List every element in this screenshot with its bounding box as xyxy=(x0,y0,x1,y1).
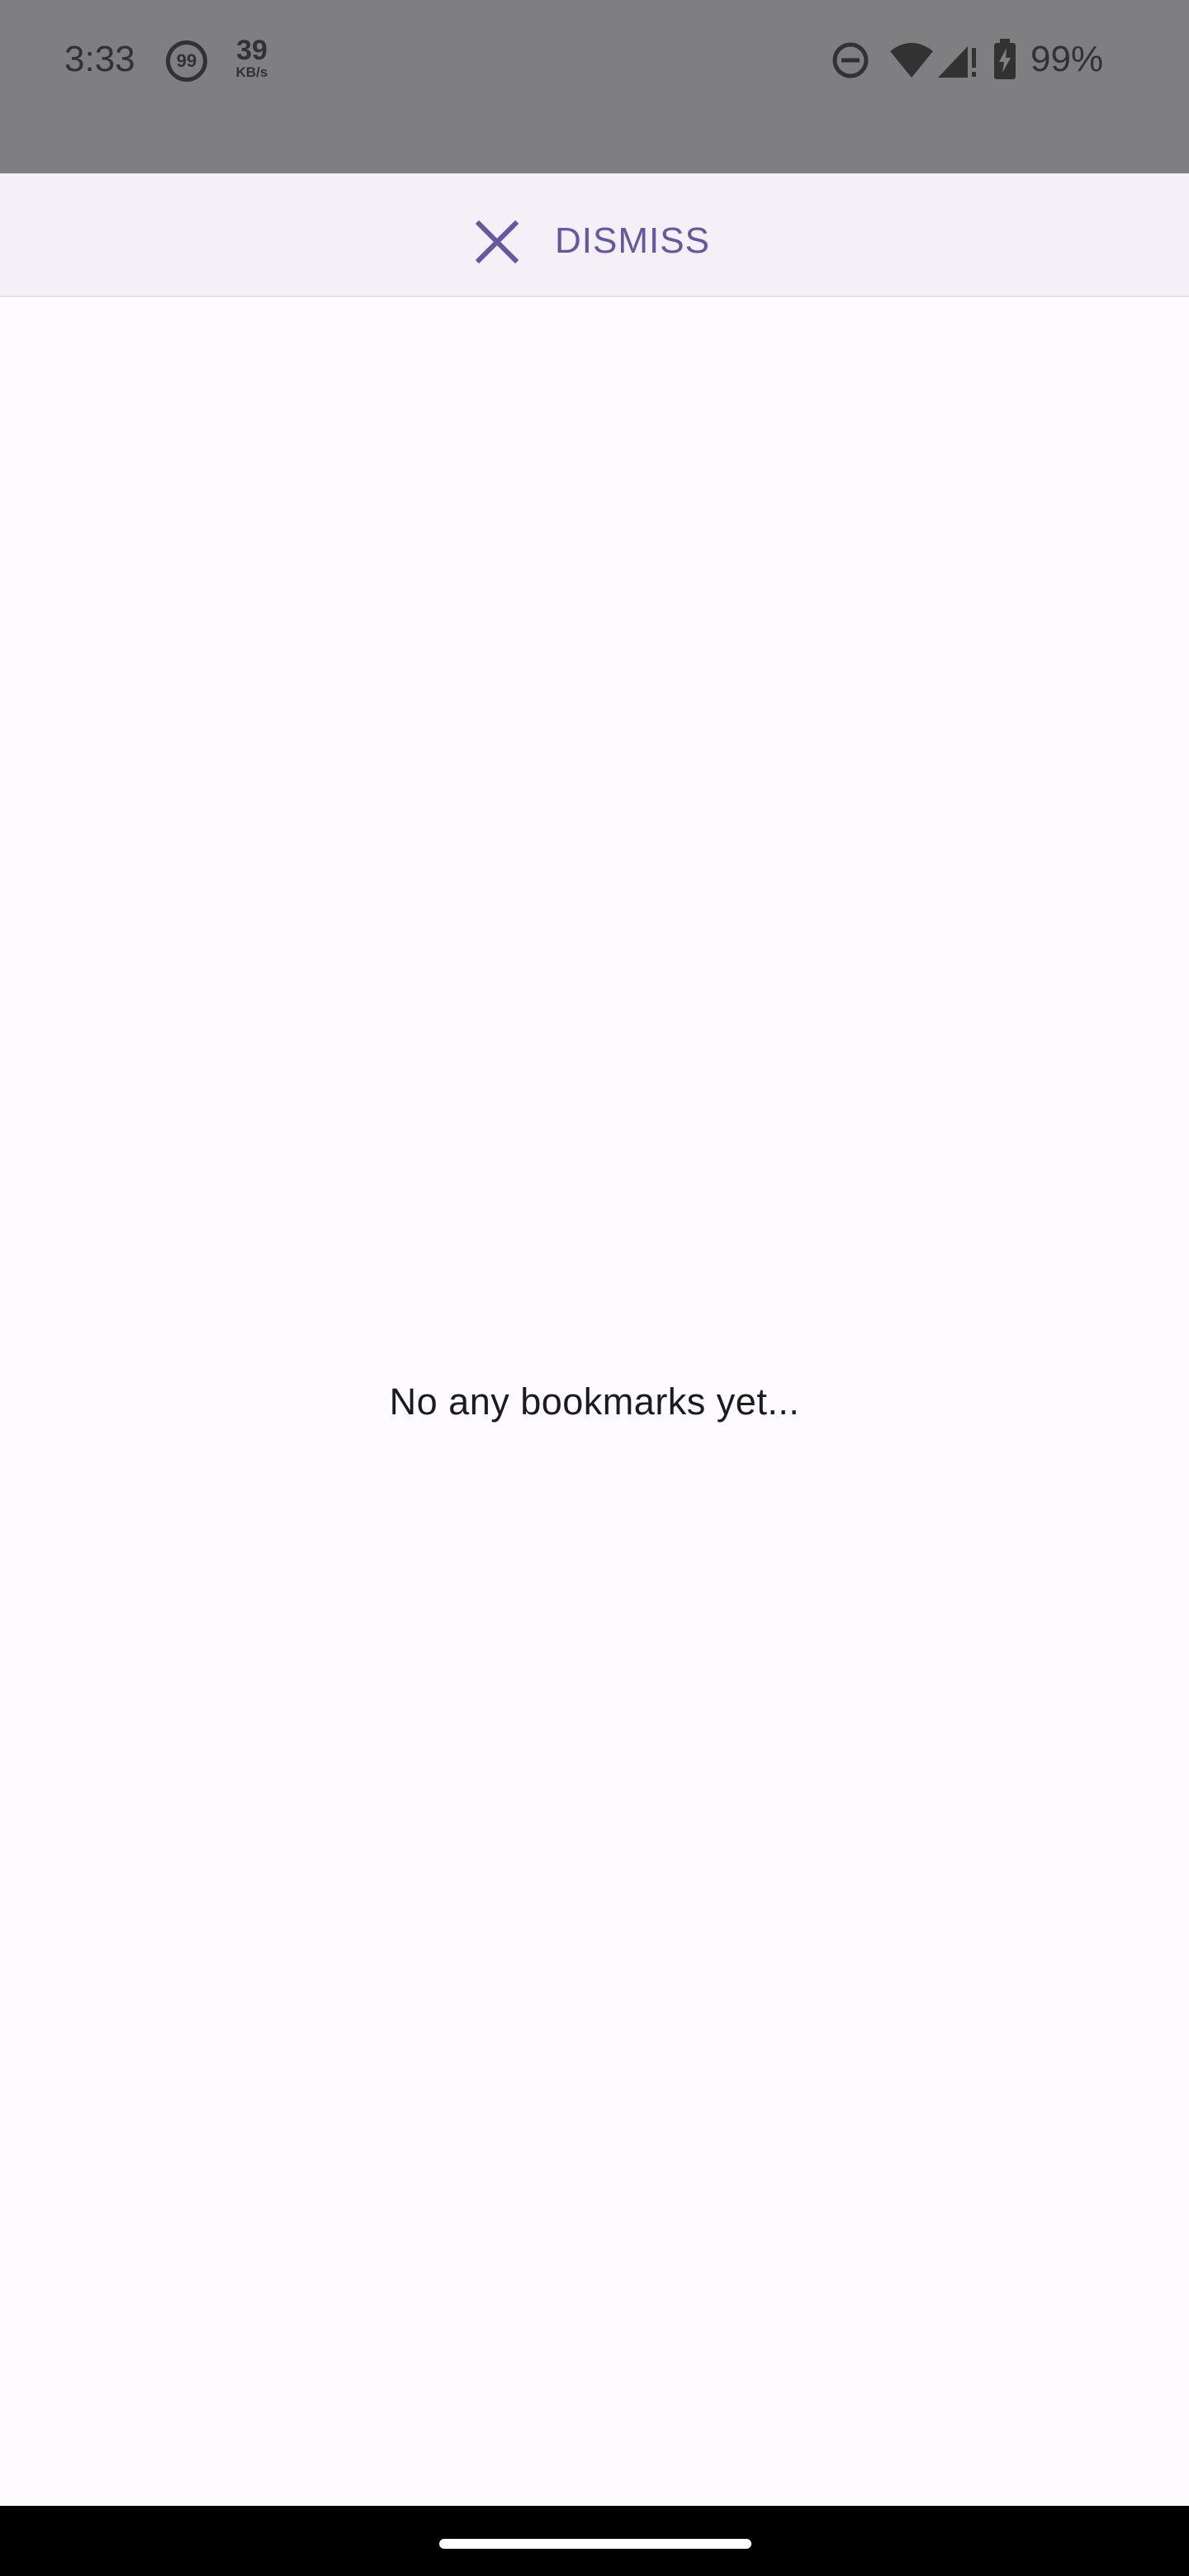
dnd-icon xyxy=(832,42,869,78)
dismiss-button[interactable]: DISMISS xyxy=(462,198,727,272)
cell-signal-icon xyxy=(938,46,976,78)
empty-state-message: No any bookmarks yet... xyxy=(389,1380,800,1423)
battery-percentage: 99% xyxy=(1030,39,1104,79)
top-app-bar: DISMISS xyxy=(0,173,1189,297)
status-bar: 3:33 99 39 KB/s 99% xyxy=(0,0,1189,173)
close-icon xyxy=(476,220,519,263)
dismiss-label: DISMISS xyxy=(555,220,710,261)
system-navigation-bar xyxy=(0,2506,1189,2576)
wifi-icon xyxy=(890,43,933,78)
status-time: 3:33 xyxy=(64,39,135,79)
network-speed-unit: KB/s xyxy=(235,64,268,80)
home-gesture-handle[interactable] xyxy=(439,2539,751,2549)
battery-charging-icon xyxy=(994,39,1016,79)
network-speed-value: 39 xyxy=(236,35,268,66)
notification-count-badge: 99 xyxy=(166,40,207,82)
network-speed-indicator: 39 KB/s xyxy=(227,36,277,81)
